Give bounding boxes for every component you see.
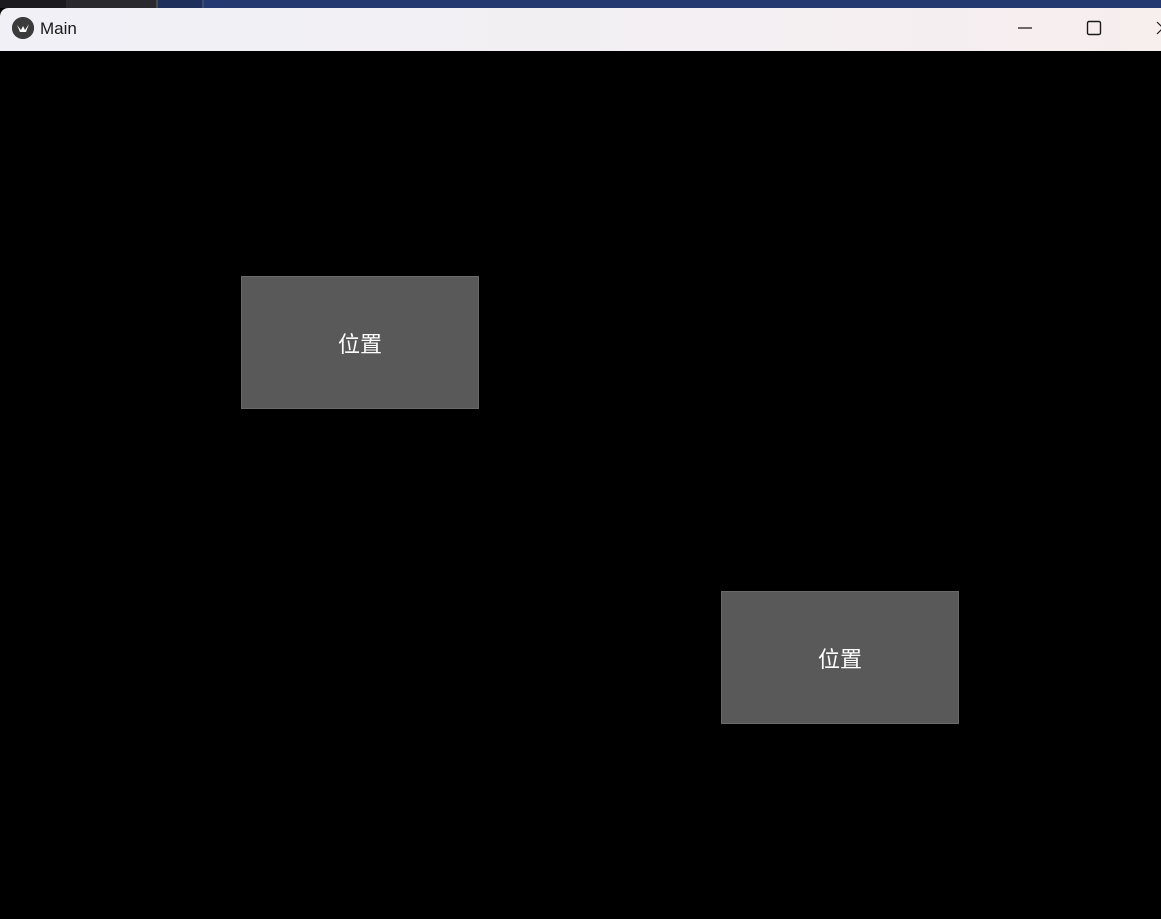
- close-button[interactable]: [1140, 8, 1161, 51]
- taskbar-segment: [66, 0, 156, 8]
- app-window: Main 位置 位置: [0, 8, 1161, 919]
- close-icon: [1155, 20, 1161, 40]
- taskbar-segment: [158, 0, 202, 8]
- maximize-button[interactable]: [1071, 8, 1117, 51]
- position-button-1[interactable]: 位置: [241, 276, 479, 409]
- taskbar-divider: [202, 0, 204, 8]
- desktop-background-strip: [0, 0, 1161, 8]
- taskbar-segment: [0, 0, 66, 8]
- window-title: Main: [40, 19, 77, 38]
- client-area: 位置 位置: [0, 51, 1161, 919]
- position-button-2[interactable]: 位置: [721, 591, 959, 724]
- title-bar[interactable]: Main: [0, 8, 1161, 51]
- minimize-button[interactable]: [1002, 8, 1048, 51]
- minimize-icon: [1017, 20, 1033, 40]
- maximize-icon: [1086, 20, 1102, 40]
- kivy-logo-icon: [12, 17, 34, 39]
